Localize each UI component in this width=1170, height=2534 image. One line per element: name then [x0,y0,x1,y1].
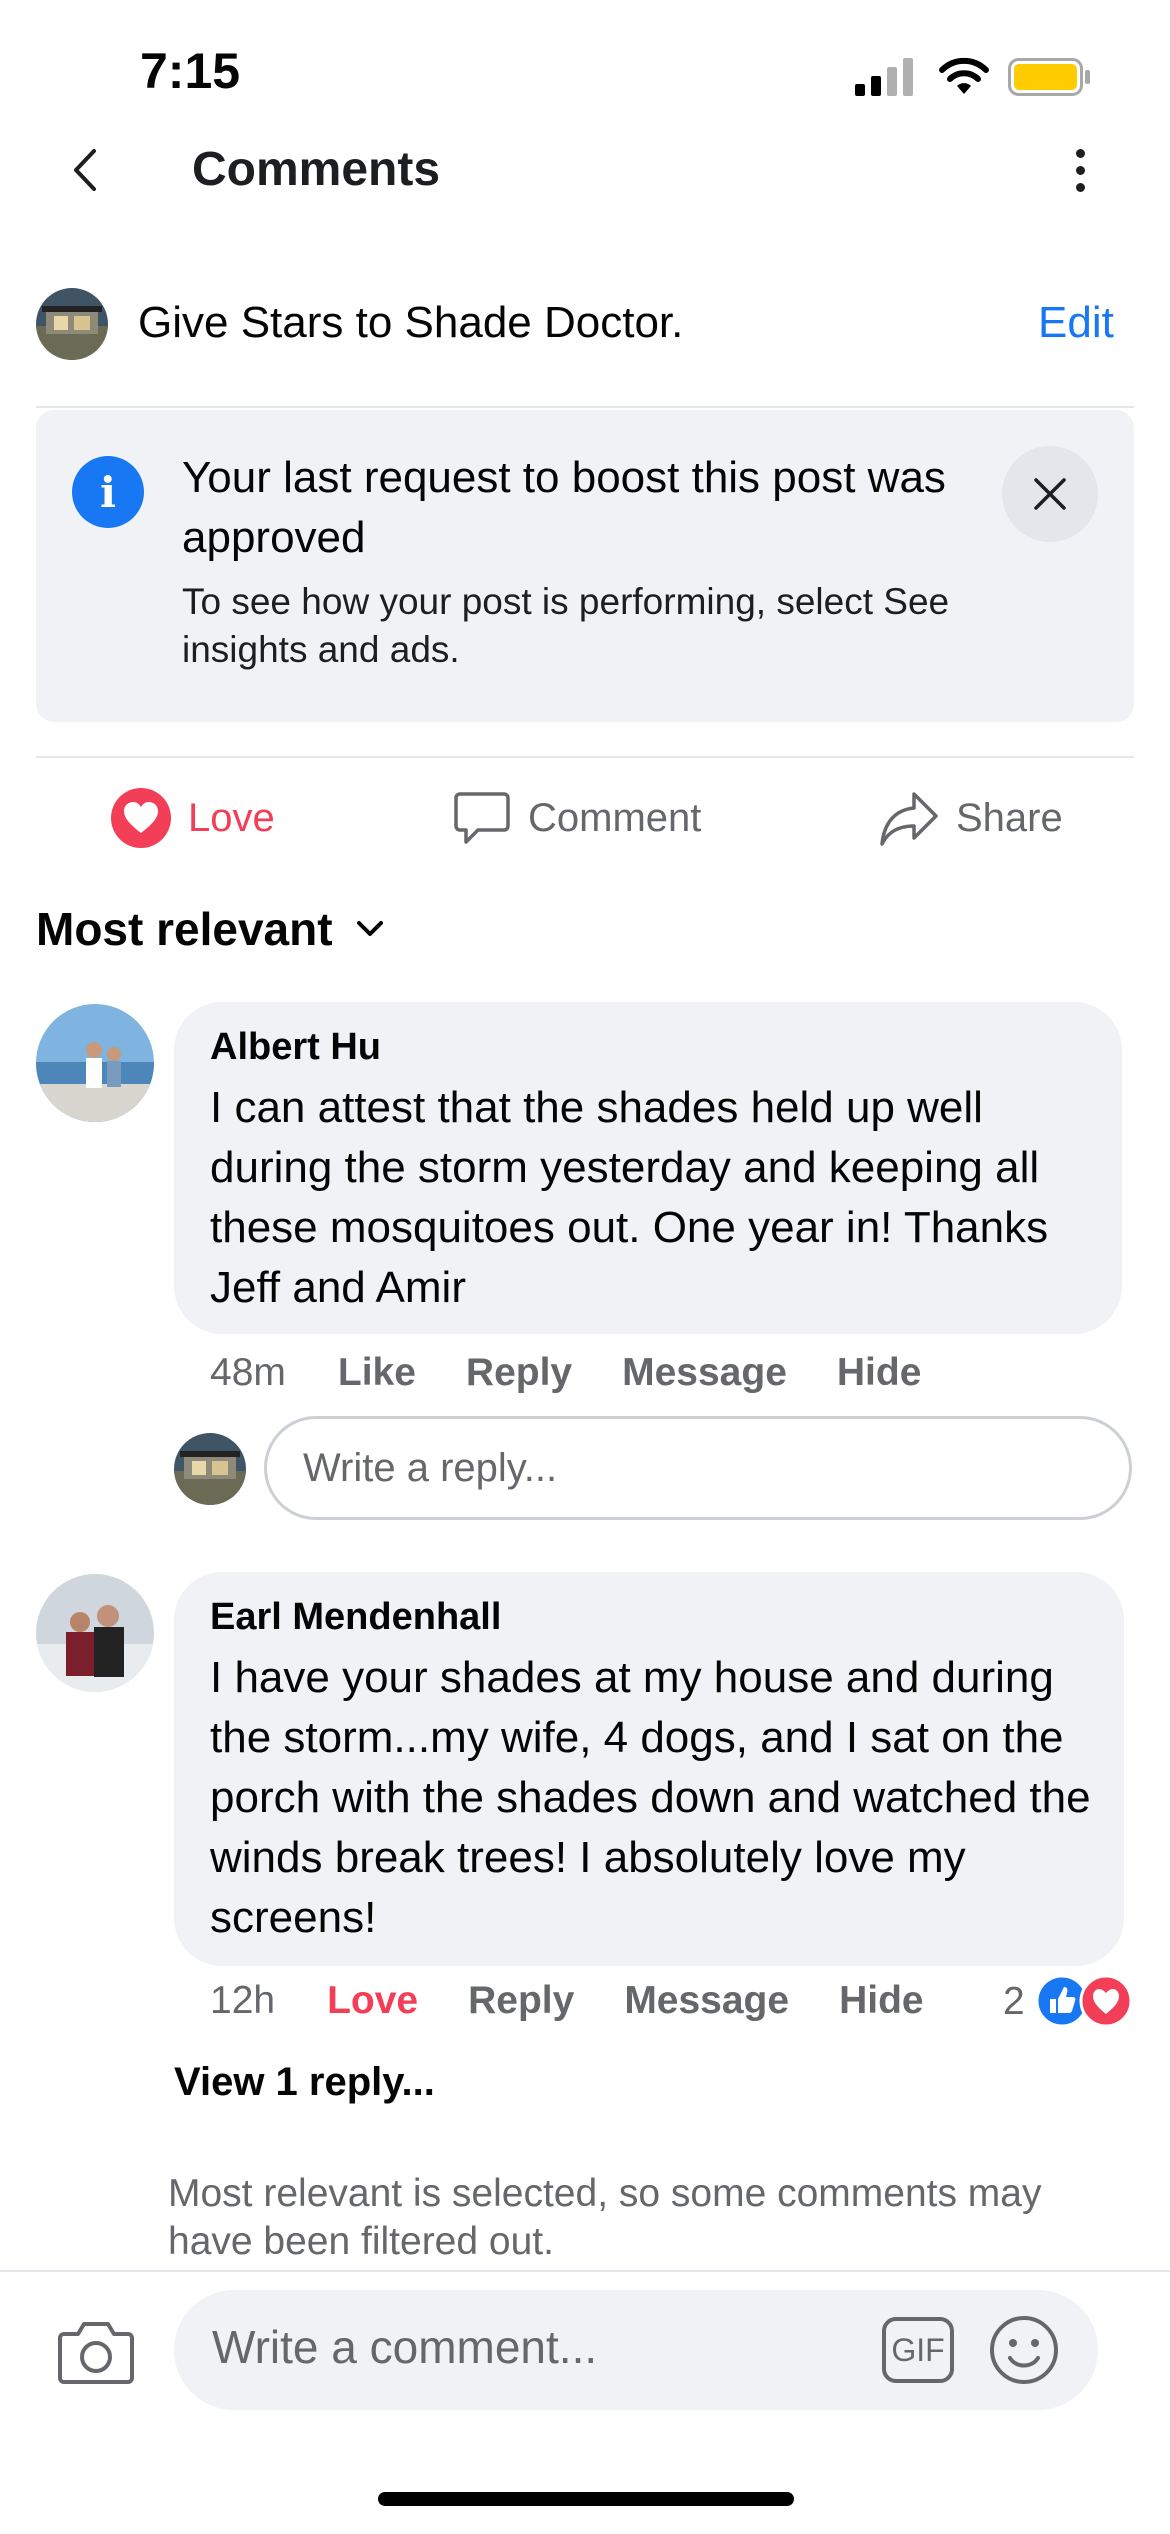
share-icon [880,792,938,846]
message-button[interactable]: Message [622,1351,787,1395]
reply-button[interactable]: Reply [466,1351,572,1395]
sort-label: Most relevant [36,903,333,955]
comment-meta: 12h Love Reply Message Hide [210,1978,924,2024]
commenter-avatar[interactable] [36,1004,154,1122]
message-button[interactable]: Message [624,1979,789,2023]
share-label: Share [956,795,1063,840]
profile-photo-icon [36,1574,154,1692]
reply-input[interactable]: Write a reply... [264,1416,1132,1520]
house-photo-icon [36,288,108,360]
comment-text: I have your shades at my house and durin… [210,1653,1091,1942]
status-time: 7:15 [140,43,241,99]
view-replies-link[interactable]: View 1 reply... [174,2060,435,2105]
comment-icon [454,792,510,844]
comment-author[interactable]: Albert Hu [210,1026,381,1069]
comment-placeholder: Write a comment... [212,2321,598,2373]
hide-button[interactable]: Hide [839,1979,924,2023]
commenter-avatar[interactable] [36,1574,154,1692]
reaction-count[interactable]: 2 [1003,1980,1025,2024]
home-indicator [378,2492,794,2506]
love-button[interactable]: Love [110,782,275,854]
back-button[interactable] [60,140,110,200]
reply-button[interactable]: Reply [468,1979,574,2023]
close-notice-button[interactable] [1002,446,1098,542]
edit-button[interactable]: Edit [1038,298,1114,348]
comment-author[interactable]: Earl Mendenhall [210,1596,501,1639]
notice-title: Your last request to boost this post was… [182,453,946,562]
camera-icon[interactable] [56,2316,136,2386]
more-dot [1075,182,1085,192]
comment-label: Comment [528,795,702,840]
hide-button[interactable]: Hide [837,1351,922,1395]
comment-text: I can attest that the shades held up wel… [210,1083,1049,1312]
reaction-icons[interactable] [1034,1974,1134,2028]
house-photo-icon [174,1433,246,1505]
chevron-left-icon [74,149,96,191]
cellular-signal-icon [855,58,913,96]
more-dot [1075,165,1085,175]
wifi-icon [939,57,989,94]
battery-icon [1008,58,1090,96]
love-reaction-button[interactable]: Love [327,1979,418,2023]
comment-time: 48m [210,1351,286,1394]
emoji-icon[interactable] [988,2314,1060,2386]
comment-time: 12h [210,1979,276,2022]
share-button[interactable]: Share [878,782,1063,854]
gif-button[interactable]: GIF [882,2317,954,2383]
love-label: Love [188,795,275,840]
close-icon [1034,478,1066,510]
reply-placeholder: Write a reply... [303,1445,558,1490]
comment-meta: 48m Like Reply Message Hide [210,1350,921,1396]
love-reaction-icon [111,788,171,848]
divider [36,406,1134,408]
page-title: Comments [192,143,441,196]
reply-avatar [174,1433,246,1505]
comment-button[interactable]: Comment [452,782,701,854]
info-icon: i [72,456,144,528]
profile-photo-icon [36,1004,154,1122]
chevron-down-icon [356,921,383,936]
filter-note: Most relevant is selected, so some comme… [168,2172,1042,2263]
more-options-button[interactable] [1055,140,1105,200]
more-dots-icon [1075,148,1085,158]
post-title[interactable]: Give Stars to Shade Doctor. [138,298,683,348]
like-button[interactable]: Like [338,1351,416,1395]
sort-dropdown[interactable]: Most relevant [36,902,385,956]
notice-body: To see how your post is performing, sele… [182,581,950,670]
divider [36,756,1134,758]
page-avatar[interactable] [36,288,108,360]
